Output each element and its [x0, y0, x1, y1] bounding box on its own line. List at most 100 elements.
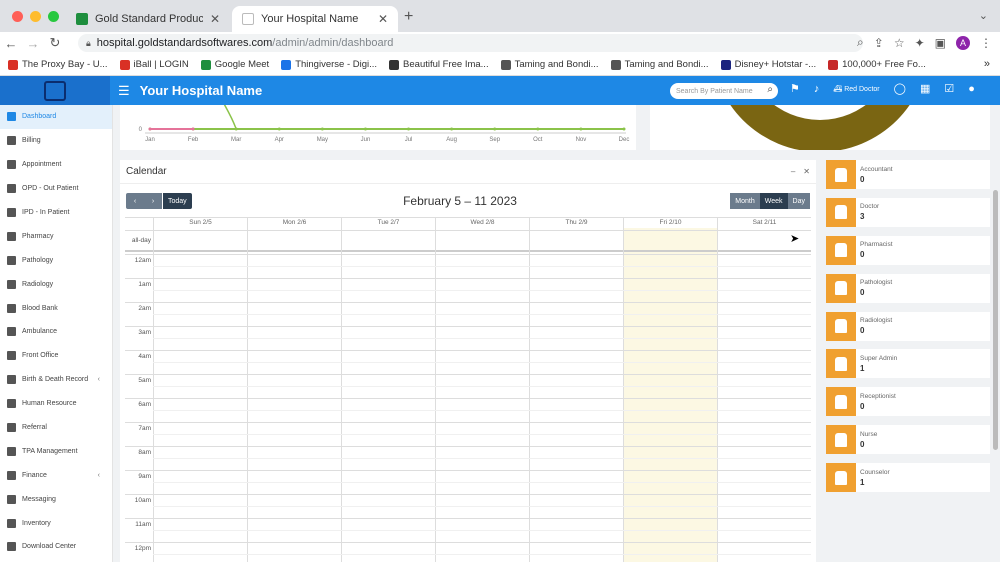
staff-card-super-admin[interactable]: Super Admin 1: [826, 349, 990, 379]
sidebar-item-radiology[interactable]: Radiology: [0, 272, 112, 296]
url-bar[interactable]: 🔒︎ hospital.goldstandardsoftwares.com/ad…: [78, 34, 863, 52]
collapse-icon[interactable]: –: [791, 167, 795, 176]
back-icon[interactable]: ←: [0, 36, 22, 51]
bookmark-item[interactable]: Thingiverse - Digi...: [281, 59, 377, 70]
day-header[interactable]: Wed 2/8: [435, 218, 529, 228]
sidepanel-icon[interactable]: ▣: [935, 36, 946, 50]
search-icon[interactable]: ⌕: [767, 84, 773, 95]
staff-card-pharmacist[interactable]: Pharmacist 0: [826, 235, 990, 265]
sidebar-item-dashboard[interactable]: Dashboard: [0, 105, 112, 129]
sidebar-item-ambulance[interactable]: Ambulance: [0, 320, 112, 344]
x-tick-label: Feb: [188, 137, 199, 143]
day-header[interactable]: Mon 2/6: [247, 218, 341, 228]
week-view-button[interactable]: Week: [759, 193, 788, 209]
tab-gold-standard[interactable]: Gold Standard Products - Go ✕: [66, 6, 230, 32]
reload-icon[interactable]: ↻: [44, 35, 66, 51]
bookmark-item[interactable]: Taming and Bondi...: [500, 59, 599, 70]
sidebar-item-blood-bank[interactable]: Blood Bank: [0, 296, 112, 320]
sidebar-item-icon: [7, 184, 16, 194]
day-header[interactable]: Fri 2/10: [623, 218, 717, 228]
sidebar-item-messaging[interactable]: Messaging: [0, 487, 112, 511]
more-bookmarks-button[interactable]: »: [984, 58, 990, 70]
staff-card-doctor[interactable]: Doctor 3: [826, 197, 990, 227]
bookmark-item[interactable]: The Proxy Bay - U...: [8, 59, 108, 70]
x-tick-label: Jun: [361, 137, 371, 143]
share-icon[interactable]: ⇪: [874, 36, 884, 50]
sidebar-item-tpa-management[interactable]: TPA Management: [0, 439, 112, 463]
sidebar-item-birth-death-record[interactable]: Birth & Death Record ‹: [0, 368, 112, 392]
staff-count: 0: [860, 401, 865, 411]
notification-icon[interactable]: ♪: [814, 83, 820, 95]
close-icon[interactable]: ✕: [803, 167, 810, 176]
whatsapp-icon[interactable]: ◯: [894, 82, 906, 95]
new-tab-icon[interactable]: +: [404, 8, 413, 26]
month-view-button[interactable]: Month: [730, 193, 760, 209]
hamburger-menu-icon[interactable]: ☰: [118, 83, 130, 99]
sidebar-item-download-center[interactable]: Download Center: [0, 535, 112, 559]
sidebar-item-appointment[interactable]: Appointment: [0, 153, 112, 177]
staff-card-nurse[interactable]: Nurse 0: [826, 425, 990, 455]
maximize-window-button[interactable]: [48, 11, 59, 22]
extensions-icon[interactable]: ✦: [915, 36, 925, 50]
day-header[interactable]: Thu 2/9: [529, 218, 623, 228]
zoom-icon[interactable]: ⌕: [857, 35, 864, 50]
sidebar-item-pharmacy[interactable]: Pharmacy: [0, 224, 112, 248]
sidebar-item-ipd-in-patient[interactable]: IPD - In Patient: [0, 201, 112, 225]
bookmark-star-icon[interactable]: ☆: [894, 36, 905, 50]
bookmark-item[interactable]: Disney+ Hotstar -...: [720, 59, 816, 70]
sidebar-item-icon: [7, 351, 16, 361]
profile-avatar[interactable]: A: [956, 35, 970, 50]
page-scrollbar[interactable]: [993, 190, 998, 450]
close-icon[interactable]: ✕: [378, 12, 388, 26]
sidebar-item-inventory[interactable]: Inventory: [0, 511, 112, 535]
day-header[interactable]: Sun 2/5: [153, 218, 247, 228]
hour-line: [125, 278, 811, 279]
sidebar-item-referral[interactable]: Referral: [0, 416, 112, 440]
sidebar-item-pathology[interactable]: Pathology: [0, 248, 112, 272]
staff-card-receptionist[interactable]: Receptionist 0: [826, 387, 990, 417]
patient-search-input[interactable]: Search By Patient Name ⌕: [670, 83, 778, 99]
bookmark-item[interactable]: Google Meet: [200, 59, 269, 70]
calendar-icon[interactable]: ▦: [920, 82, 930, 95]
staff-card-text: Radiologist 0: [856, 317, 892, 335]
x-tick-label: Dec: [619, 137, 630, 143]
staff-card-accountant[interactable]: Accountant 0: [826, 160, 990, 189]
profile-icon[interactable]: ●: [968, 83, 975, 95]
sidebar-item-front-office[interactable]: Front Office: [0, 344, 112, 368]
day-view-button[interactable]: Day: [787, 193, 810, 209]
staff-card-counselor[interactable]: Counselor 1: [826, 463, 990, 493]
task-icon[interactable]: ☑: [944, 82, 954, 95]
hospital-name: Your Hospital Name: [139, 83, 263, 98]
sidebar-item-finance[interactable]: Finance ‹: [0, 463, 112, 487]
staff-role: Doctor: [860, 203, 880, 211]
bookmark-item[interactable]: Taming and Bondi...: [610, 59, 709, 70]
app-logo[interactable]: [0, 76, 110, 105]
flag-icon[interactable]: ⚑: [790, 82, 800, 95]
menu-icon[interactable]: ⋮: [980, 36, 992, 50]
day-header[interactable]: Tue 2/7: [341, 218, 435, 228]
sidebar-item-opd-out-patient[interactable]: OPD - Out Patient: [0, 177, 112, 201]
sidebar-item-icon: [7, 375, 16, 385]
chevron-down-icon[interactable]: ⌄: [979, 9, 988, 22]
bookmark-item[interactable]: 100,000+ Free Fo...: [828, 59, 926, 70]
allday-row[interactable]: [125, 230, 811, 252]
tab-title: Your Hospital Name: [261, 13, 359, 25]
user-menu[interactable]: 🚑︎ Red Doctor: [833, 85, 879, 93]
close-icon[interactable]: ✕: [210, 12, 220, 26]
sidebar-item-human-resource[interactable]: Human Resource: [0, 392, 112, 416]
time-label: 9am: [138, 473, 151, 480]
close-window-button[interactable]: [12, 11, 23, 22]
day-header[interactable]: Sat 2/11: [717, 218, 811, 228]
sidebar-item-label: Front Office: [22, 352, 59, 360]
bookmark-item[interactable]: iBall | LOGIN: [119, 59, 189, 70]
staff-card-pathologist[interactable]: Pathologist 0: [826, 273, 990, 303]
bookmark-item[interactable]: Beautiful Free Ima...: [389, 59, 489, 70]
minimize-window-button[interactable]: [30, 11, 41, 22]
donut-slice: [730, 105, 910, 150]
tab-hospital[interactable]: Your Hospital Name ✕: [232, 6, 398, 32]
forward-icon[interactable]: →: [22, 36, 44, 51]
hour-line: [125, 326, 811, 327]
staff-card-radiologist[interactable]: Radiologist 0: [826, 311, 990, 341]
sidebar-item-billing[interactable]: Billing: [0, 129, 112, 153]
calendar-grid[interactable]: all-day Sun 2/5 Mon 2/6 Tue 2/7 Wed 2/8 Thu 2…: [125, 217, 811, 562]
